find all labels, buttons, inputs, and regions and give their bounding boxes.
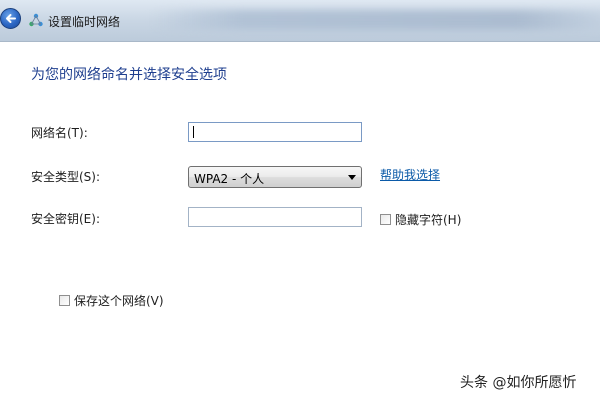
help-me-choose-link[interactable]: 帮助我选择	[380, 166, 440, 183]
hide-characters-checkbox[interactable]	[380, 214, 391, 225]
security-type-value: WPA2 - 个人	[194, 172, 265, 186]
security-key-input[interactable]	[188, 207, 362, 227]
blurred-background-text	[150, 10, 600, 30]
save-network-label[interactable]: 保存这个网络(V)	[74, 292, 164, 309]
security-type-label: 安全类型(S):	[31, 170, 101, 184]
window-title: 设置临时网络	[48, 15, 121, 29]
text-caret	[193, 126, 194, 138]
security-key-label: 安全密钥(E):	[31, 212, 100, 226]
watermark: 头条 @如你所愿忻	[460, 375, 577, 391]
save-network-checkbox[interactable]	[59, 295, 70, 306]
hide-characters-label[interactable]: 隐藏字符(H)	[395, 211, 461, 228]
network-name-input[interactable]	[188, 122, 362, 142]
network-name-label: 网络名(T):	[31, 126, 88, 140]
security-type-select[interactable]: WPA2 - 个人	[188, 166, 362, 188]
hide-characters-row[interactable]: 隐藏字符(H)	[380, 211, 461, 228]
save-network-row[interactable]: 保存这个网络(V)	[59, 292, 164, 309]
back-arrow-icon	[6, 14, 16, 23]
page-title: 为您的网络命名并选择安全选项	[31, 67, 227, 83]
adhoc-network-icon	[29, 13, 43, 27]
chevron-down-icon	[348, 175, 356, 180]
title-bar: 设置临时网络	[0, 0, 600, 42]
back-button[interactable]	[0, 8, 21, 29]
